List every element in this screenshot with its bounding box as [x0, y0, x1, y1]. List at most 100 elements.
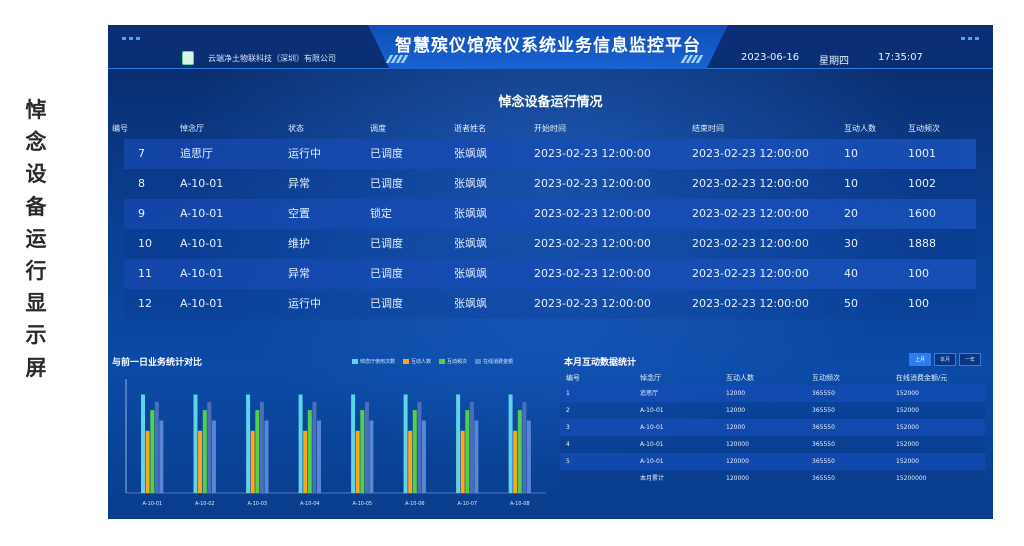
section-title: 悼念设备运行情况 — [498, 95, 603, 110]
table-cell: A-10-01 — [180, 237, 224, 250]
legend-swatch — [475, 359, 482, 364]
stats-cell: 15200000 — [896, 475, 927, 482]
column-header: 开始时间 — [534, 124, 566, 133]
chart-bar — [403, 394, 408, 493]
x-tick-label: A-10-02 — [195, 501, 215, 507]
legend-label: 互动频次 — [447, 359, 468, 365]
stats-cell: A-10-01 — [640, 441, 664, 448]
side-title: 悼念设备运行显示屏 — [14, 100, 58, 390]
table-cell: 40 — [844, 267, 858, 280]
table-cell: A-10-01 — [180, 297, 224, 310]
table-cell: 2023-02-23 12:00:00 — [692, 237, 809, 250]
table-cell: 10 — [844, 147, 858, 160]
stats-cell: A-10-01 — [640, 407, 664, 414]
stats-column-header: 悼念厅 — [640, 374, 661, 382]
table-row[interactable]: 11 A-10-01 异常 已调度 张飒飒 2023-02-23 12:00:00 2023… — [124, 259, 976, 289]
column-header: 编号 — [112, 124, 128, 133]
stats-cell: 追思厅 — [640, 390, 659, 397]
table-cell: 异常 — [288, 177, 310, 190]
stats-row[interactable]: 2 A-10-01 12000 365550 152000 — [560, 402, 985, 419]
table-cell: 已调度 — [370, 267, 403, 280]
chart-bar — [312, 401, 317, 493]
table-cell: 10 — [844, 177, 858, 190]
stats-row[interactable]: 3 A-10-01 12000 365550 152000 — [560, 419, 985, 436]
table-cell: 张飒飒 — [454, 237, 487, 250]
table-cell: 2023-02-23 12:00:00 — [692, 177, 809, 190]
table-cell: 已调度 — [370, 237, 403, 250]
stats-cell: 152000 — [896, 441, 919, 448]
stats-row[interactable]: 1 追思厅 12000 365550 152000 — [560, 385, 985, 402]
chart-bar — [526, 420, 531, 493]
table-row[interactable]: 8 A-10-01 异常 已调度 张飒飒 2023-02-23 12:00:00 2023-… — [124, 169, 976, 199]
table-row[interactable]: 12 A-10-01 运行中 已调度 张飒飒 2023-02-23 12:00:00 202… — [124, 289, 976, 319]
stats-table-header: 编号 悼念厅 互动人数 互动频次 在线消费金额/元 — [560, 371, 985, 385]
header: 云端净土物联科技（深圳）有限公司 智慧殡仪馆殡仪系统业务信息监控平台 2023-… — [108, 25, 993, 73]
period-button[interactable]: 上月 — [908, 353, 931, 366]
table-row[interactable]: 7 追思厅 运行中 已调度 张飒飒 2023-02-23 12:00:00 2023-02-… — [124, 139, 976, 169]
table-cell: 2023-02-23 12:00:00 — [692, 297, 809, 310]
x-tick-label: A-10-05 — [352, 501, 372, 507]
chart-bar — [460, 430, 465, 493]
table-row[interactable]: 10 A-10-01 维护 已调度 张飒飒 2023-02-23 12:00:00 2023… — [124, 229, 976, 259]
stats-cell: 120000 — [726, 441, 749, 448]
stats-cell: 3 — [566, 424, 570, 431]
x-tick-label: A-10-07 — [457, 501, 477, 507]
stats-table-body: 1 追思厅 12000 365550 152000 2 A-10-01 12000 365550… — [560, 385, 985, 487]
header-weekday: 星期四 — [819, 56, 849, 67]
period-button[interactable]: 本月 — [933, 353, 956, 366]
chart-bar — [150, 410, 155, 493]
table-cell: 已调度 — [370, 147, 403, 160]
stats-row[interactable]: 4 A-10-01 120000 365550 152000 — [560, 436, 985, 453]
chart-bar — [298, 394, 303, 493]
chart-bar — [517, 410, 522, 493]
chart-bar — [513, 430, 518, 493]
chart-bar — [303, 430, 308, 493]
comparison-chart-panel: 与前一日业务统计对比 悼念厅使用次数 互动人数 互动频次 在线消费金额 A-10-01… — [108, 351, 550, 519]
page-title: 智慧殡仪馆殡仪系统业务信息监控平台 — [395, 36, 701, 56]
table-cell: 张飒飒 — [454, 177, 487, 190]
chart-bar — [474, 420, 479, 493]
stats-row[interactable]: 5 A-10-01 120000 365550 152000 — [560, 453, 985, 470]
table-cell: 张飒飒 — [454, 207, 487, 220]
chart-bar — [360, 410, 365, 493]
legend-item: 互动频次 — [439, 358, 467, 365]
table-cell: 2023-02-23 12:00:00 — [534, 297, 651, 310]
legend-item: 在线消费金额 — [475, 358, 513, 365]
stats-cell: 152000 — [896, 424, 919, 431]
table-row[interactable]: 9 A-10-01 空置 锁定 张飒飒 2023-02-23 12:00:00 2023-0… — [124, 199, 976, 229]
side-title-char: 运 — [25, 226, 47, 251]
table-cell: 2023-02-23 12:00:00 — [534, 267, 651, 280]
period-button[interactable]: 一年 — [958, 353, 981, 366]
chart-bar — [159, 420, 164, 493]
column-header: 互动频次 — [908, 124, 940, 133]
chart-bar — [141, 394, 145, 493]
chart-bar — [211, 420, 216, 493]
table-cell: 2023-02-23 12:00:00 — [534, 207, 651, 220]
stats-row[interactable]: 本月累计 120000 365550 15200000 — [560, 470, 985, 487]
stats-cell: 365550 — [812, 407, 835, 414]
table-cell: 运行中 — [288, 297, 321, 310]
side-title-char: 悼 — [25, 98, 47, 122]
table-cell: 2023-02-23 12:00:00 — [692, 267, 809, 280]
stats-column-header: 互动人数 — [726, 374, 754, 382]
chart-bar — [307, 410, 312, 493]
table-cell: 30 — [844, 237, 858, 250]
stats-column-header: 编号 — [566, 374, 580, 382]
header-time: 17:35:07 — [878, 52, 923, 63]
x-tick-label: A-10-03 — [247, 501, 267, 507]
chart-bar — [364, 401, 369, 493]
stats-cell: 1 — [566, 390, 570, 397]
table-cell: 追思厅 — [180, 147, 213, 160]
stats-cell: 120000 — [726, 475, 749, 482]
table-cell: 运行中 — [288, 147, 321, 160]
column-header: 悼念厅 — [180, 124, 204, 133]
comparison-bar-chart: A-10-01 A-10-02 A-10-03 A-10-04 A-10-05 A-10-… — [125, 379, 546, 507]
stats-column-header: 在线消费金额/元 — [896, 374, 948, 382]
chart-bar — [317, 420, 321, 493]
company-name: 云端净土物联科技（深圳）有限公司 — [208, 54, 336, 63]
table-cell: 异常 — [288, 267, 310, 280]
table-cell: 已调度 — [370, 297, 403, 310]
chart-bar — [193, 394, 198, 493]
chart-bar — [264, 420, 269, 493]
table-cell: 9 — [138, 207, 145, 220]
